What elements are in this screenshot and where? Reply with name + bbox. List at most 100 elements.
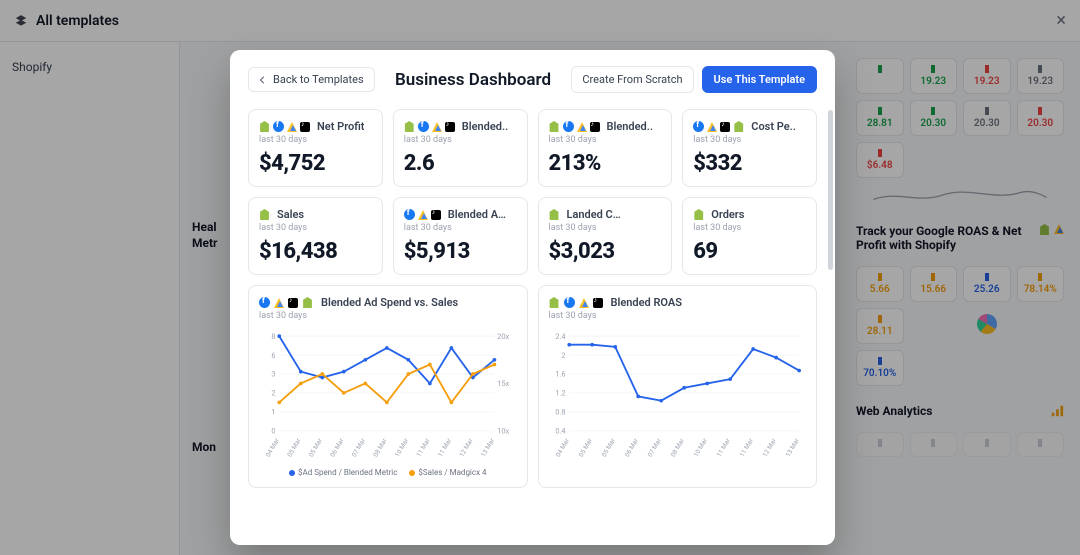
kpi-period: last 30 days: [259, 135, 372, 145]
svg-text:07 Mar: 07 Mar: [350, 436, 367, 458]
svg-text:0: 0: [271, 427, 275, 436]
chart-title: Blended ROAS: [611, 296, 682, 309]
kpi-label: Blended..: [462, 120, 508, 133]
shopify-icon: [549, 121, 560, 132]
chart-card-roas: Blended ROAS last 30 days 0.40.81.21.622…: [538, 285, 818, 488]
svg-text:11 Mar: 11 Mar: [415, 436, 432, 458]
svg-text:13 Mar: 13 Mar: [479, 436, 496, 458]
ga-icon: [418, 210, 428, 220]
kpi-value: 69: [693, 239, 806, 264]
svg-text:06 Mar: 06 Mar: [329, 436, 346, 458]
back-button[interactable]: Back to Templates: [248, 67, 375, 92]
fb-icon: [404, 209, 415, 220]
svg-text:0.4: 0.4: [555, 427, 565, 436]
kpi-card: Blended.. last 30 days 213%: [538, 109, 673, 187]
kpi-label: Blended Ad..: [448, 208, 508, 221]
svg-text:2: 2: [561, 351, 565, 360]
svg-text:12 Mar: 12 Mar: [760, 436, 777, 458]
shopify-icon: [302, 297, 313, 308]
svg-text:05 Mar: 05 Mar: [599, 436, 616, 458]
svg-text:6: 6: [271, 351, 275, 360]
svg-text:20x: 20x: [497, 332, 509, 341]
kpi-label: Orders: [711, 208, 744, 221]
svg-text:05 Mar: 05 Mar: [286, 436, 303, 458]
template-preview-modal: Back to Templates Business Dashboard Cre…: [230, 50, 835, 545]
kpi-value: $3,023: [549, 239, 662, 264]
kpi-value: 213%: [549, 151, 662, 176]
svg-text:04 Mar: 04 Mar: [264, 436, 281, 458]
chart-svg-adspend: 01236810x15x20x04 Mar05 Mar05 Mar06 Mar0…: [259, 327, 517, 462]
svg-text:10 Mar: 10 Mar: [691, 436, 708, 458]
kpi-label: Net Profit: [317, 120, 364, 133]
modal-scrollbar[interactable]: [828, 110, 833, 270]
kpi-label: Cost Pe..: [751, 120, 796, 133]
svg-text:08 Mar: 08 Mar: [668, 436, 685, 458]
kpi-period: last 30 days: [259, 223, 372, 233]
modal-header: Back to Templates Business Dashboard Cre…: [248, 66, 817, 93]
chart-svg-roas: 0.40.81.21.622.404 Mar05 Mar05 Mar06 Mar…: [549, 327, 807, 462]
shopify-icon: [693, 209, 704, 220]
kpi-label: Blended..: [607, 120, 653, 133]
kpi-period: last 30 days: [693, 223, 806, 233]
chevron-left-icon: [259, 76, 267, 84]
use-this-template-button[interactable]: Use This Template: [702, 66, 817, 93]
ga-icon: [707, 122, 717, 132]
svg-text:05 Mar: 05 Mar: [576, 436, 593, 458]
kpi-value: 2.6: [404, 151, 517, 176]
kpi-card: Blended Ad..last 30 days$5,913: [393, 197, 528, 275]
kpi-period: last 30 days: [693, 135, 806, 145]
tiktok-icon: [593, 298, 603, 308]
kpi-card: Saleslast 30 days$16,438: [248, 197, 383, 275]
tt-icon: [300, 122, 310, 132]
svg-text:1.2: 1.2: [555, 389, 565, 398]
svg-text:1: 1: [271, 408, 275, 417]
svg-text:1.6: 1.6: [555, 370, 565, 379]
svg-text:04 Mar: 04 Mar: [553, 436, 570, 458]
ga-icon: [287, 122, 297, 132]
svg-text:13 Mar: 13 Mar: [783, 436, 800, 458]
tt-icon: [431, 210, 441, 220]
facebook-icon: [259, 297, 270, 308]
kpi-card: Blended.. last 30 days 2.6: [393, 109, 528, 187]
shopify-icon: [549, 297, 560, 308]
tt-icon: [445, 122, 455, 132]
svg-text:12 Mar: 12 Mar: [458, 436, 475, 458]
shopify-icon: [259, 209, 270, 220]
svg-text:10 Mar: 10 Mar: [393, 436, 410, 458]
kpi-value: $5,913: [404, 239, 517, 264]
facebook-icon: [564, 297, 575, 308]
svg-text:15x: 15x: [497, 379, 509, 388]
chart-period: last 30 days: [259, 311, 517, 321]
shopify-icon: [549, 209, 560, 220]
chart-legend: $Ad Spend / Blended Metric $Sales / Madg…: [259, 468, 517, 477]
kpi-grid: Net Profit last 30 days $4,752 Blended.. las…: [248, 109, 817, 275]
svg-text:11 Mar: 11 Mar: [436, 436, 453, 458]
tt-icon: [720, 122, 730, 132]
ga-icon: [432, 122, 442, 132]
kpi-period: last 30 days: [404, 135, 517, 145]
chart-period: last 30 days: [549, 311, 807, 321]
kpi-card: Net Profit last 30 days $4,752: [248, 109, 383, 187]
fb-icon: [693, 121, 704, 132]
kpi-value: $332: [693, 151, 806, 176]
shopify-icon: [259, 121, 270, 132]
chart-card-adspend-sales: Blended Ad Spend vs. Sales last 30 days …: [248, 285, 528, 488]
fb-icon: [418, 121, 429, 132]
kpi-label: Landed Costs: [567, 208, 627, 221]
svg-text:07 Mar: 07 Mar: [645, 436, 662, 458]
tt-icon: [590, 122, 600, 132]
shopify-icon: [404, 121, 415, 132]
svg-text:08 Mar: 08 Mar: [372, 436, 389, 458]
chart-title: Blended Ad Spend vs. Sales: [321, 296, 458, 309]
google-ads-icon: [274, 298, 284, 308]
kpi-value: $4,752: [259, 151, 372, 176]
kpi-value: $16,438: [259, 239, 372, 264]
svg-text:3: 3: [271, 370, 275, 379]
kpi-period: last 30 days: [549, 223, 662, 233]
svg-text:11 Mar: 11 Mar: [714, 436, 731, 458]
create-from-scratch-button[interactable]: Create From Scratch: [571, 66, 693, 93]
kpi-period: last 30 days: [549, 135, 662, 145]
svg-text:06 Mar: 06 Mar: [622, 436, 639, 458]
kpi-card: Cost Pe.. last 30 days $332: [682, 109, 817, 187]
svg-text:05 Mar: 05 Mar: [307, 436, 324, 458]
